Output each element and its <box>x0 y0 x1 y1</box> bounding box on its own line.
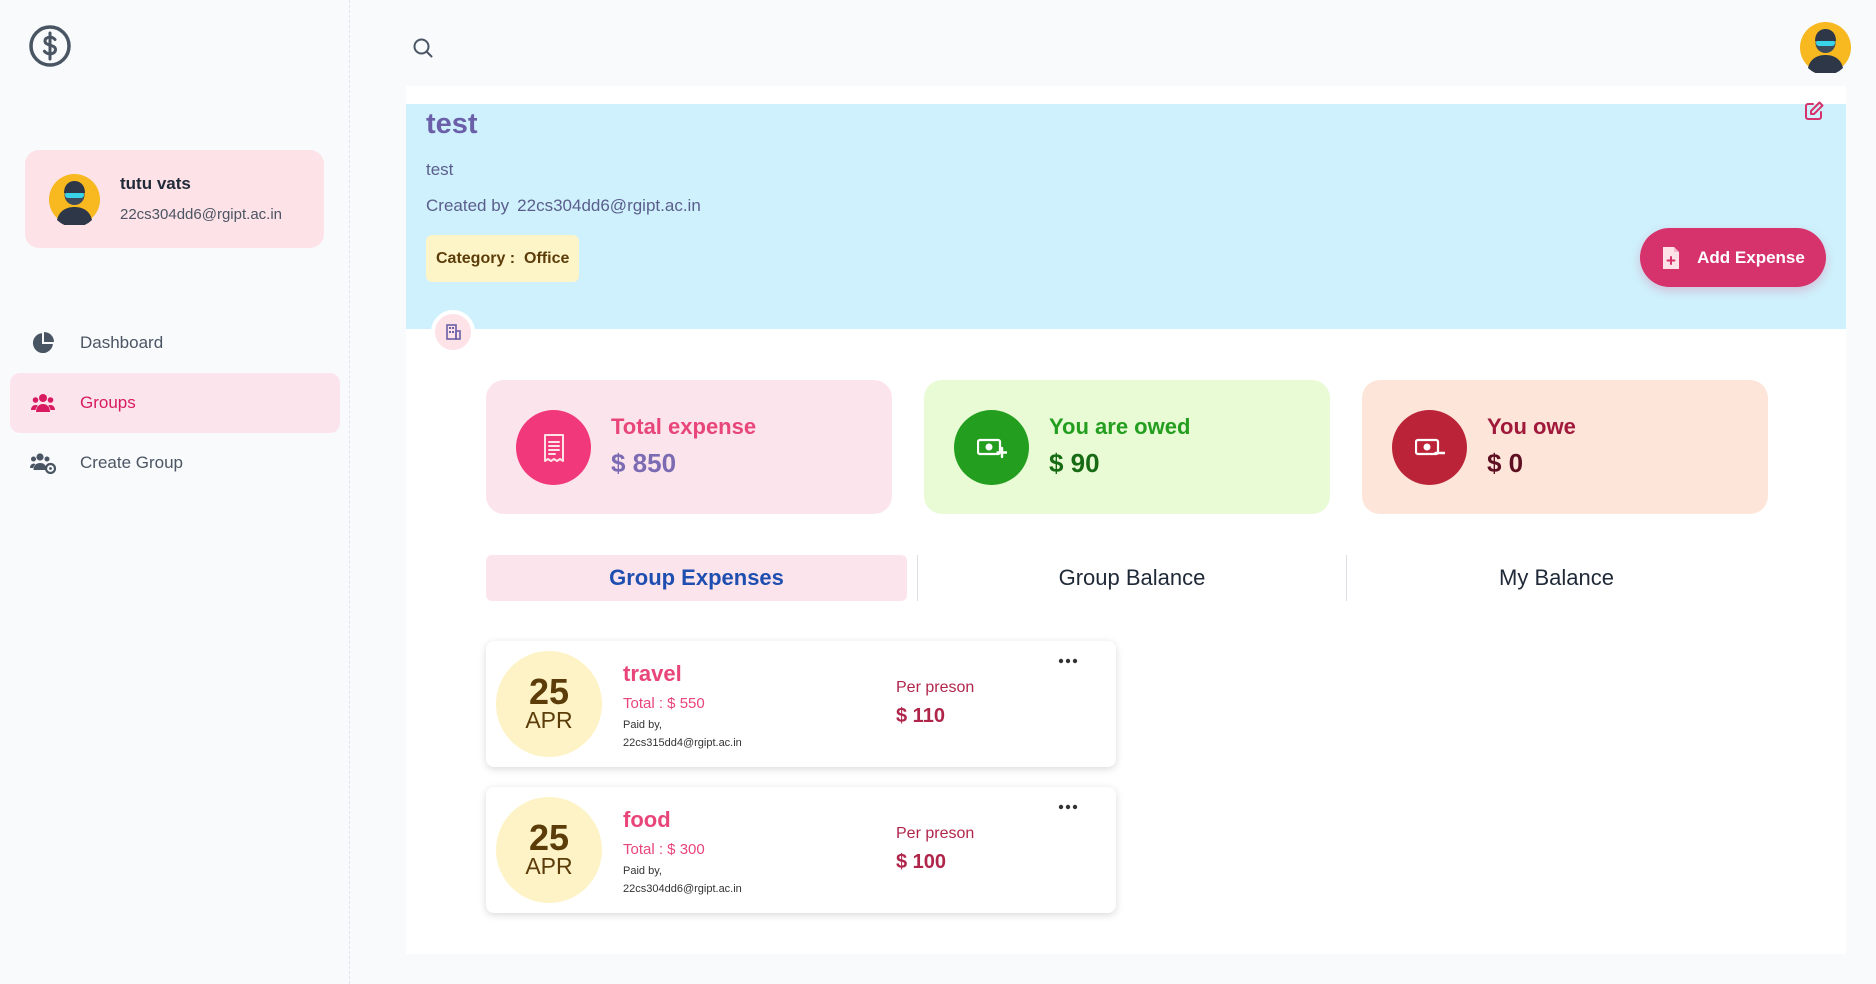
expense-card[interactable]: 25 APR travel Total : $ 550 Paid by, 22c… <box>486 641 1116 767</box>
stat-value: $ 0 <box>1487 448 1524 478</box>
sidebar-item-label: Create Group <box>80 453 183 472</box>
category-value: Office <box>524 249 570 267</box>
created-by-label: Created by <box>426 196 510 215</box>
tab-bar: Group Expenses Group Balance My Balance <box>486 555 1766 601</box>
group-header: test test Created by 22cs304dd6@rgipt.ac.… <box>406 101 1846 329</box>
per-person-label: Per preson <box>896 825 975 842</box>
expense-day: 25 <box>528 817 570 858</box>
expense-paid-by: 22cs304dd6@rgipt.ac.in <box>623 883 742 895</box>
expense-date: 25 APR <box>496 797 602 903</box>
file-plus-icon <box>1661 246 1683 269</box>
user-name: tutu vats <box>120 174 191 193</box>
per-person-value: $ 100 <box>896 851 947 873</box>
stat-total-expense: Total expense $ 850 <box>486 380 892 514</box>
sidebar-nav: Dashboard Groups Create Group <box>10 313 340 493</box>
sidebar-item-label: Dashboard <box>80 333 164 352</box>
per-person-value: $ 110 <box>896 705 945 727</box>
stat-label: You are owed <box>1049 414 1191 439</box>
dollar-logo-icon[interactable] <box>28 24 72 68</box>
tab-group-expenses[interactable]: Group Expenses <box>486 555 907 601</box>
money-plus-icon <box>954 410 1029 485</box>
expense-total: Total : $ 550 <box>623 695 705 712</box>
edit-icon[interactable] <box>1803 100 1825 122</box>
expense-total: Total : $ 300 <box>623 841 705 858</box>
user-profile-card[interactable]: tutu vats 22cs304dd6@rgipt.ac.in <box>25 150 324 248</box>
users-icon <box>30 390 56 416</box>
money-minus-icon <box>1392 410 1467 485</box>
expense-month: APR <box>525 853 573 879</box>
add-expense-button[interactable]: Add Expense <box>1640 228 1826 287</box>
stat-value: $ 90 <box>1049 448 1100 478</box>
stat-value: $ 850 <box>611 448 677 478</box>
stat-you-owe: You owe $ 0 <box>1362 380 1768 514</box>
tab-group-balance[interactable]: Group Balance <box>918 555 1346 601</box>
users-cog-icon <box>30 450 56 476</box>
group-detail-panel: test test Created by 22cs304dd6@rgipt.ac.… <box>406 86 1846 954</box>
expense-paid-by: 22cs315dd4@rgipt.ac.in <box>623 737 742 749</box>
expense-name: travel <box>623 661 682 686</box>
avatar <box>49 174 100 228</box>
tab-my-balance[interactable]: My Balance <box>1347 555 1766 601</box>
expense-date: 25 APR <box>496 651 602 757</box>
sidebar-item-groups[interactable]: Groups <box>10 373 340 433</box>
per-person-label: Per preson <box>896 679 975 696</box>
building-icon <box>431 310 475 354</box>
stat-label: Total expense <box>611 414 757 439</box>
stat-you-are-owed: You are owed $ 90 <box>924 380 1330 514</box>
sidebar-item-label: Groups <box>80 393 136 412</box>
category-badge: Category : Office <box>426 235 580 282</box>
receipt-icon <box>516 410 591 485</box>
account-avatar[interactable] <box>1800 22 1851 76</box>
stat-label: You owe <box>1487 414 1576 439</box>
more-options-icon[interactable] <box>1056 799 1080 815</box>
user-email: 22cs304dd6@rgipt.ac.in <box>120 206 282 223</box>
search-icon[interactable] <box>411 36 435 60</box>
expense-paid-label: Paid by, <box>623 719 662 731</box>
expense-card[interactable]: 25 APR food Total : $ 300 Paid by, 22cs3… <box>486 787 1116 913</box>
category-label: Category : <box>436 249 516 267</box>
sidebar-item-create-group[interactable]: Create Group <box>10 433 340 493</box>
group-title: test <box>426 108 478 140</box>
group-description: test <box>426 160 454 179</box>
sidebar: tutu vats 22cs304dd6@rgipt.ac.in Dashboa… <box>0 0 350 984</box>
expense-paid-label: Paid by, <box>623 865 662 877</box>
expense-day: 25 <box>528 671 570 712</box>
pie-chart-icon <box>30 330 56 356</box>
group-created-by: Created by 22cs304dd6@rgipt.ac.in <box>426 196 701 216</box>
expense-month: APR <box>525 707 573 733</box>
add-expense-label: Add Expense <box>1697 247 1805 267</box>
sidebar-item-dashboard[interactable]: Dashboard <box>10 313 340 373</box>
expense-name: food <box>623 807 671 832</box>
more-options-icon[interactable] <box>1056 653 1080 669</box>
created-by-email: 22cs304dd6@rgipt.ac.in <box>517 196 701 215</box>
